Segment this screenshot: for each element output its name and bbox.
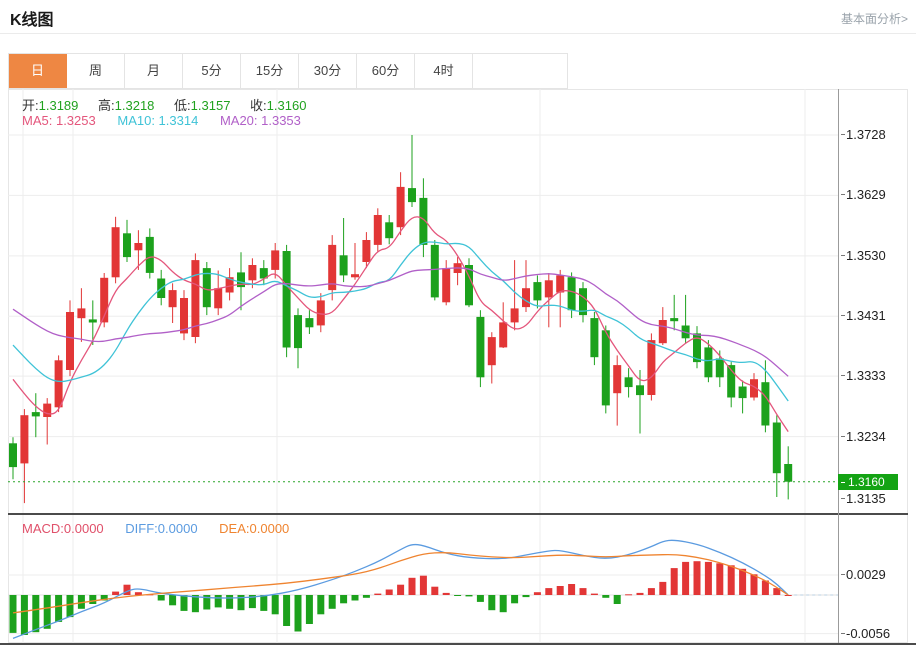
close-label: 收:	[250, 98, 267, 113]
low-label: 低:	[174, 98, 191, 113]
last-price-tag: 1.3160	[838, 474, 898, 490]
y-axis-label: 1.3234	[846, 429, 886, 444]
y-axis-label: 1.3333	[846, 368, 886, 383]
tab-week[interactable]: 周	[67, 54, 125, 88]
y-axis-label: 1.3728	[846, 127, 886, 142]
tab-30min[interactable]: 30分	[299, 54, 357, 88]
header-divider	[0, 33, 916, 34]
tab-day[interactable]: 日	[9, 54, 67, 88]
tab-15min[interactable]: 15分	[241, 54, 299, 88]
ma20-label: MA20:	[220, 113, 261, 128]
ma10-line	[13, 242, 788, 401]
ma-legend: MA5: 1.3253 MA10: 1.3314 MA20: 1.3353	[22, 113, 301, 128]
y-axis-label: -0.0056	[846, 626, 890, 641]
macd-legend: MACD:0.0000 DIFF:0.0000 DEA:0.0000	[22, 521, 289, 536]
macd-histogram-layer	[10, 561, 792, 635]
ma20-value: 1.3353	[261, 113, 301, 128]
y-axis-label: 1.3629	[846, 187, 886, 202]
y-axis-label: 1.3431	[846, 308, 886, 323]
high-label: 高:	[98, 98, 115, 113]
grid-layer	[8, 89, 838, 515]
chart-bottom-border	[0, 643, 916, 645]
candles-layer	[9, 135, 792, 503]
high-value: 1.3218	[115, 98, 155, 113]
tab-month[interactable]: 月	[125, 54, 183, 88]
macd-value: 0.0000	[64, 521, 104, 536]
y-axis: 1.3728 1.3629 1.3530 1.3431 1.3333 1.3234 1.31…	[839, 89, 908, 643]
ma5-label: MA5:	[22, 113, 56, 128]
fundamental-analysis-link[interactable]: 基本面分析>	[841, 10, 908, 27]
dea-value: 0.0000	[250, 521, 290, 536]
low-value: 1.3157	[191, 98, 231, 113]
tab-5min[interactable]: 5分	[183, 54, 241, 88]
dea-label: DEA:	[219, 521, 249, 536]
ma20-line	[13, 268, 788, 376]
open-value: 1.3189	[39, 98, 79, 113]
ma10-value: 1.3314	[159, 113, 199, 128]
diff-value: 0.0000	[158, 521, 198, 536]
ohlc-legend: 开:1.3189 高:1.3218 低:1.3157 收:1.3160	[22, 95, 322, 114]
y-axis-label: 0.0029	[846, 567, 886, 582]
page-title: K线图	[10, 6, 54, 30]
period-tab-bar: 日 周 月 5分 15分 30分 60分 4时	[8, 53, 568, 89]
tab-bar-filler	[473, 54, 567, 88]
macd-label: MACD:	[22, 521, 64, 536]
ma10-label: MA10:	[117, 113, 158, 128]
main-candlestick-chart[interactable]	[8, 89, 838, 515]
ma5-value: 1.3253	[56, 113, 96, 128]
y-axis-label: 1.3135	[846, 491, 886, 506]
diff-label: DIFF:	[125, 521, 158, 536]
tab-60min[interactable]: 60分	[357, 54, 415, 88]
panel-divider	[8, 513, 908, 515]
tab-4hour[interactable]: 4时	[415, 54, 473, 88]
close-value: 1.3160	[267, 98, 307, 113]
y-axis-label: 1.3530	[846, 248, 886, 263]
open-label: 开:	[22, 98, 39, 113]
